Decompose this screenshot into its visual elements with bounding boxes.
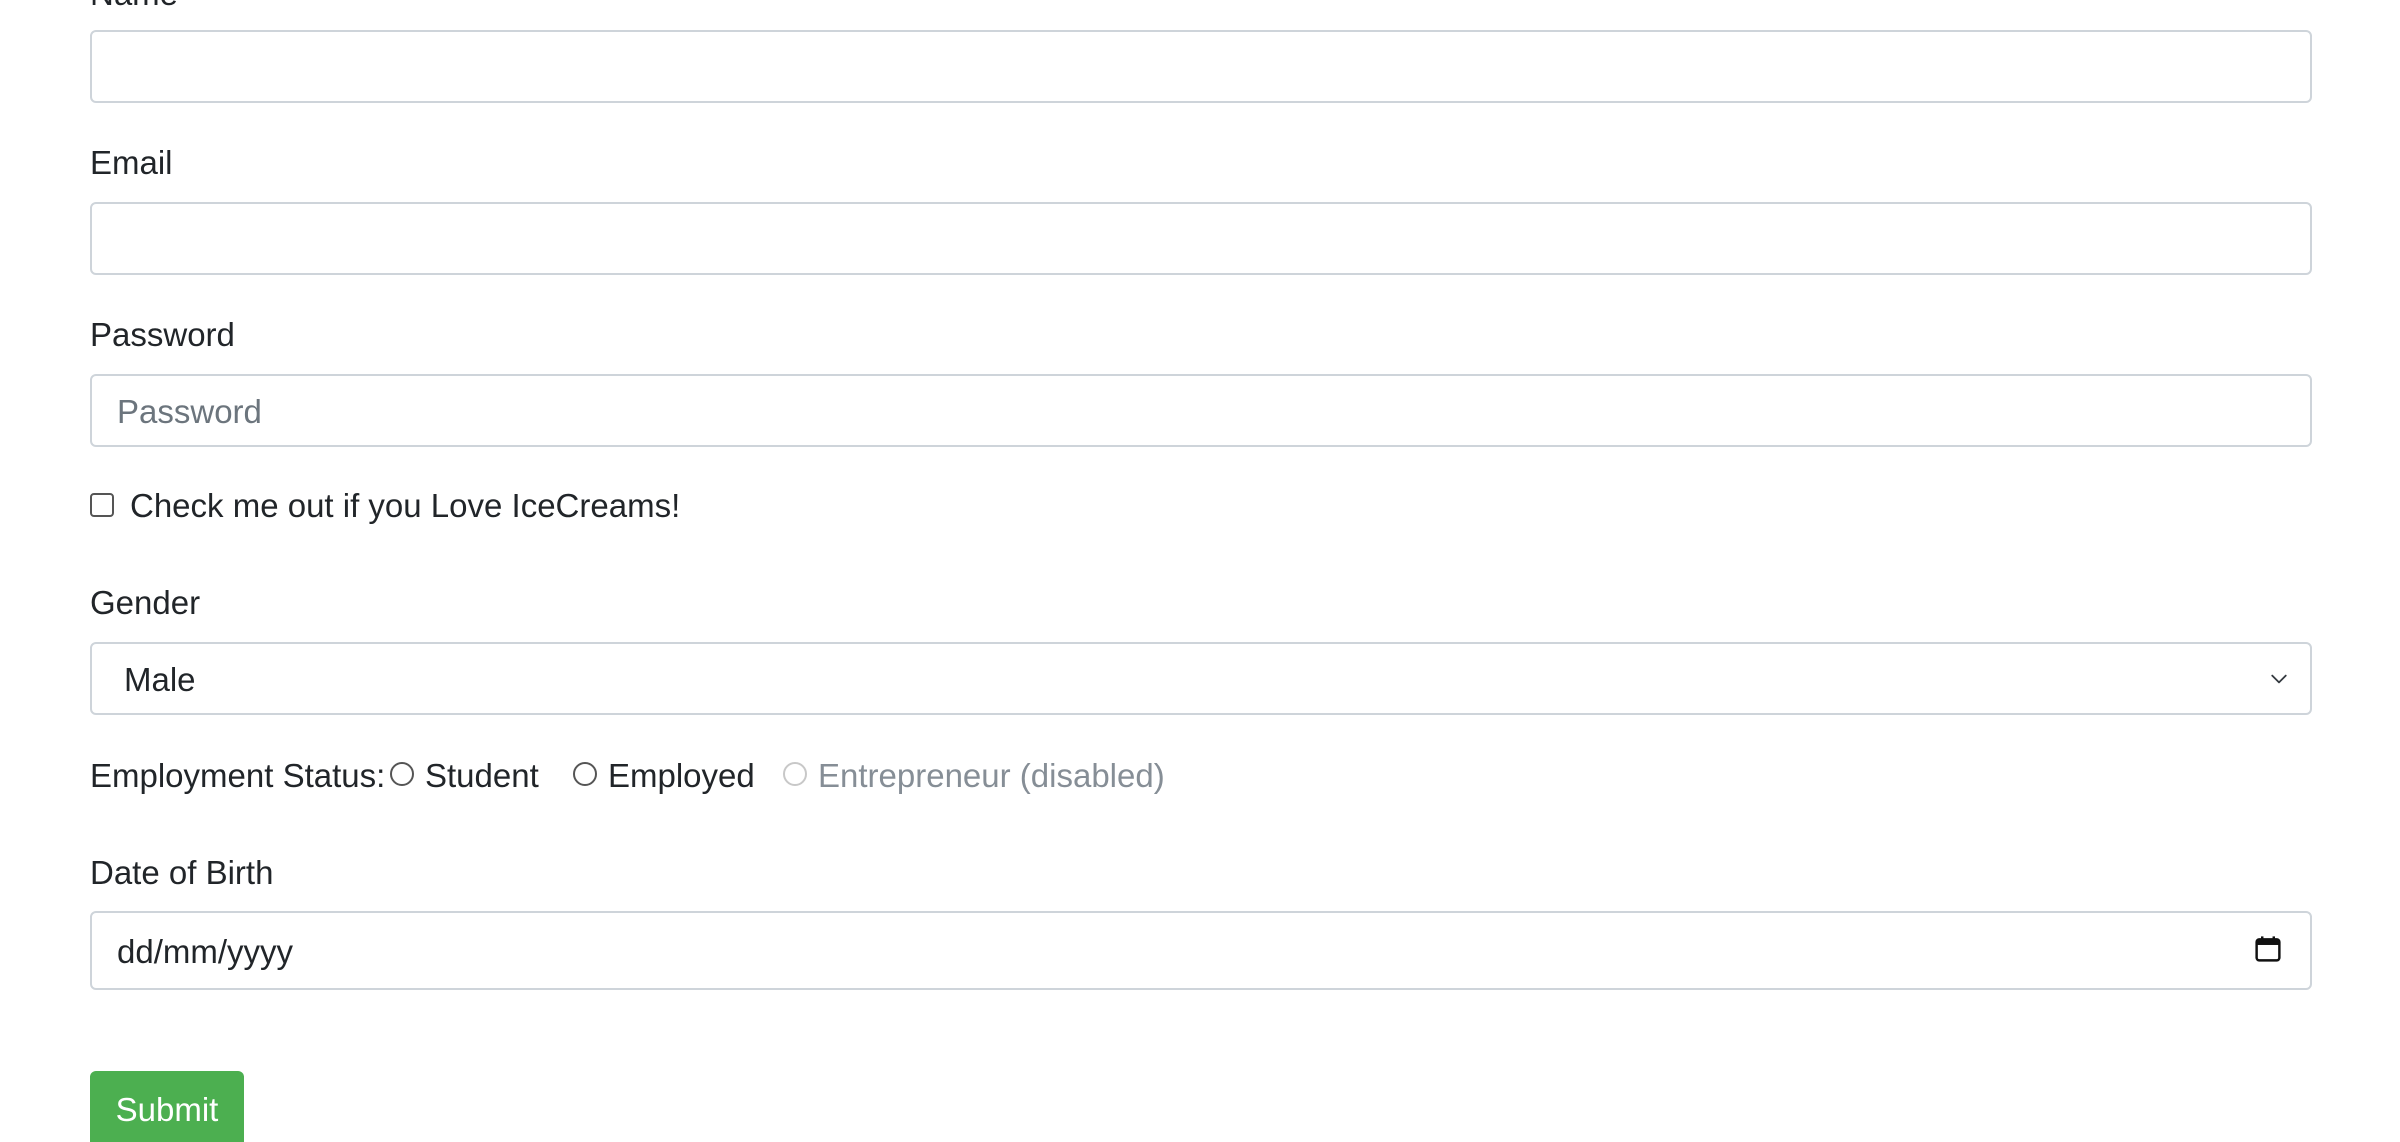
calendar-icon[interactable]: [2254, 935, 2282, 963]
radio-employed[interactable]: [573, 762, 597, 786]
radio-student-label[interactable]: Student: [425, 756, 539, 796]
employment-status-label: Employment Status:: [90, 757, 386, 794]
radio-student[interactable]: [390, 762, 414, 786]
radio-entrepreneur-label: Entrepreneur (disabled): [818, 757, 1165, 794]
name-label: Name: [90, 0, 178, 14]
gender-selected-value: Male: [124, 661, 196, 698]
chevron-down-icon: [2271, 674, 2287, 684]
submit-button[interactable]: Submit: [90, 1071, 244, 1142]
name-input[interactable]: [90, 30, 2312, 103]
dob-placeholder: dd/mm/yyyy: [117, 933, 294, 970]
password-placeholder: Password: [117, 393, 262, 430]
radio-entrepreneur: [783, 762, 807, 786]
email-input[interactable]: [90, 202, 2312, 275]
dob-input[interactable]: dd/mm/yyyy: [90, 911, 2312, 990]
radio-employed-label[interactable]: Employed: [608, 756, 755, 796]
dob-label: Date of Birth: [90, 854, 274, 891]
password-input[interactable]: Password: [90, 374, 2312, 447]
email-label: Email: [90, 144, 173, 181]
icecream-checkbox-label[interactable]: Check me out if you Love IceCreams!: [130, 486, 680, 526]
registration-form: Name Email Password Password Check me ou…: [0, 0, 2400, 1142]
icecream-checkbox[interactable]: [90, 493, 114, 517]
gender-label: Gender: [90, 584, 201, 621]
gender-select[interactable]: Male: [90, 642, 2312, 715]
password-label: Password: [90, 316, 235, 353]
